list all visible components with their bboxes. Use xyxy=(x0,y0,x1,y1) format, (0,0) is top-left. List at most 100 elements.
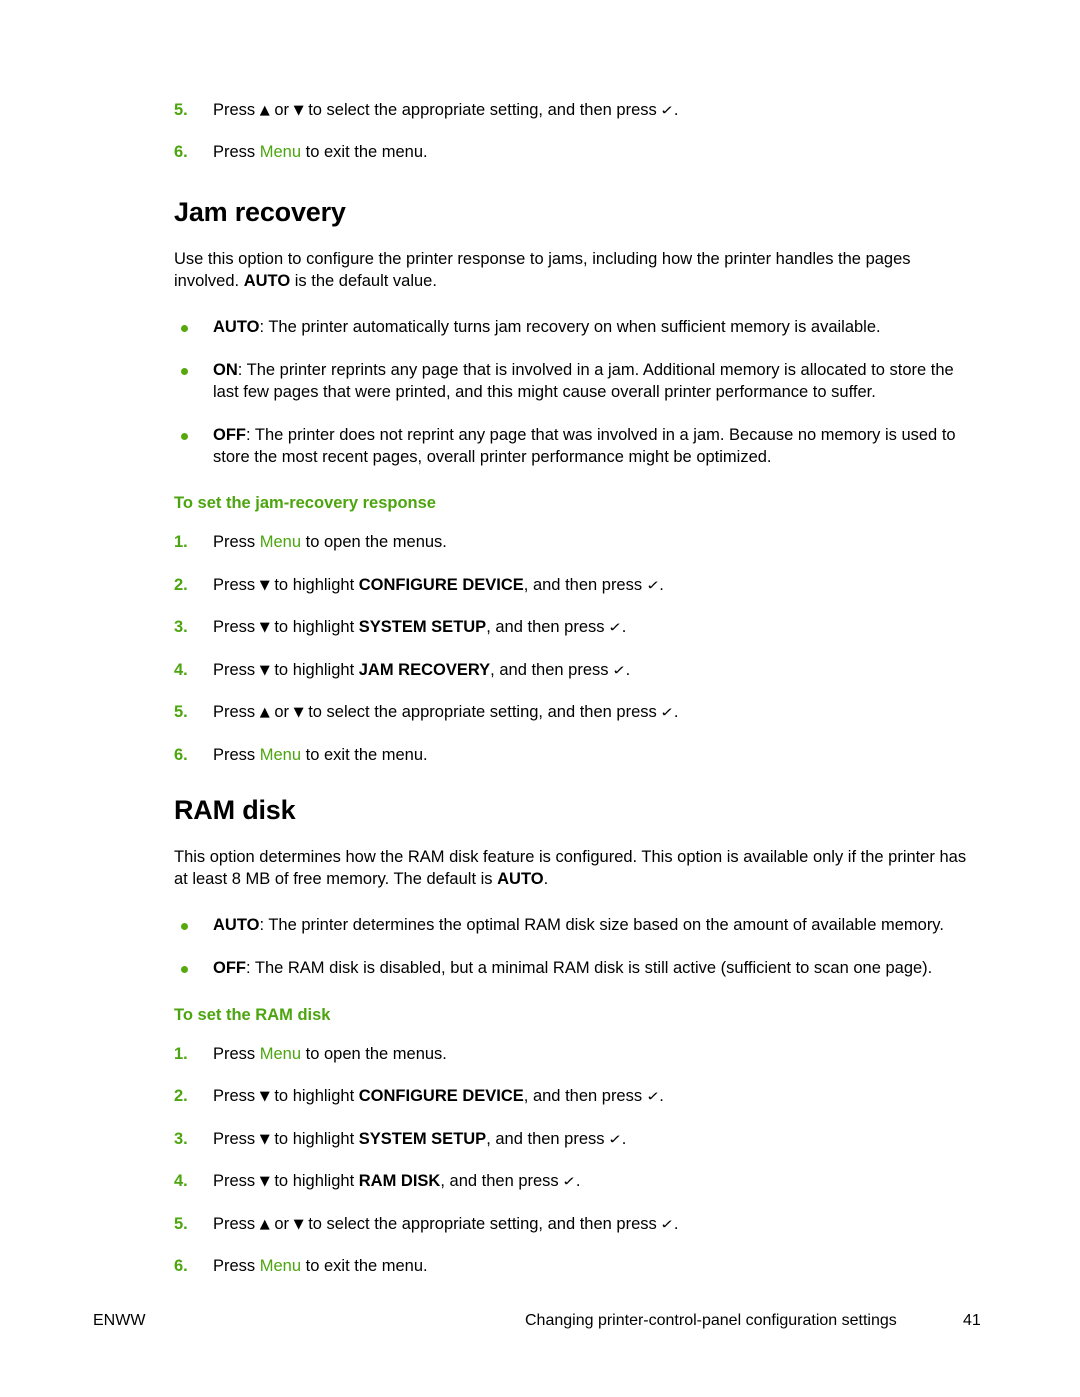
procedure-step: 4. Press ▼ to highlight JAM RECOVERY, and… xyxy=(174,660,974,681)
step-text: Press ▼ to highlight JAM RECOVERY, and t… xyxy=(213,660,631,679)
section-ram-disk: RAM disk This option determines how the … xyxy=(174,795,974,1277)
step-text: Press ▼ to highlight SYSTEM SETUP, and t… xyxy=(213,1129,627,1148)
section-intro-paragraph: Use this option to configure the printer… xyxy=(174,249,911,290)
checkmark-icon: ✓ xyxy=(645,1088,661,1105)
footer-page-number: 41 xyxy=(963,1312,981,1329)
down-arrow-icon: ▼ xyxy=(293,103,304,118)
section-jam-recovery: Jam recovery Use this option to configur… xyxy=(174,197,974,766)
down-arrow-icon: ▼ xyxy=(293,1216,304,1232)
option-bullet-list: AUTO: The printer determines the optimal… xyxy=(174,915,974,980)
menu-button-reference: Menu xyxy=(259,143,302,162)
up-arrow-icon: ▲ xyxy=(259,1216,270,1232)
footer-locale: ENWW xyxy=(93,1312,146,1329)
option-bullet-item: AUTO: The printer determines the optimal… xyxy=(174,915,974,937)
menu-value-keyword: CONFIGURE DEVICE xyxy=(358,575,524,594)
procedure-step: 3. Press ▼ to highlight SYSTEM SETUP, and… xyxy=(174,1129,974,1150)
menu-value-keyword: AUTO xyxy=(213,915,260,934)
step-number: 5. xyxy=(174,703,188,722)
procedure-steps-list: 1. Press Menu to open the menus. 2. Press ▼… xyxy=(174,532,974,766)
down-arrow-icon: ▼ xyxy=(259,662,270,678)
menu-value-keyword: AUTO xyxy=(213,317,260,336)
up-arrow-icon: ▲ xyxy=(259,705,270,721)
step-text: Press ▼ to highlight CONFIGURE DEVICE, a… xyxy=(213,1087,664,1106)
step-text: Press ▼ to highlight RAM DISK, and then … xyxy=(213,1172,581,1191)
menu-value-keyword: SYSTEM SETUP xyxy=(358,1129,487,1148)
menu-button-reference: Menu xyxy=(259,1044,302,1063)
step-text: Press Menu to exit the menu. xyxy=(213,143,428,162)
menu-value-keyword: RAM DISK xyxy=(358,1172,441,1191)
menu-value-keyword: SYSTEM SETUP xyxy=(358,618,487,637)
step-text: Press ▼ to highlight SYSTEM SETUP, and t… xyxy=(213,618,627,637)
step-text: Press Menu to open the menus. xyxy=(213,1044,447,1063)
down-arrow-icon: ▼ xyxy=(259,620,270,636)
checkmark-icon: ✓ xyxy=(660,1216,675,1232)
option-bullet-list: AUTO: The printer automatically turns ja… xyxy=(174,317,974,469)
menu-value-keyword: AUTO xyxy=(243,271,291,290)
step-number: 3. xyxy=(174,618,188,637)
procedure-step: 5. Press ▲ or ▼ to select the appropriate… xyxy=(174,1214,974,1235)
menu-button-reference: Menu xyxy=(259,533,302,552)
procedure-heading: To set the RAM disk xyxy=(174,1005,331,1024)
step-text: Press ▼ to highlight CONFIGURE DEVICE, a… xyxy=(213,575,664,594)
checkmark-icon: ✓ xyxy=(612,662,627,678)
procedure-step: 6. Press Menu to exit the menu. xyxy=(174,1256,974,1277)
section-heading: RAM disk xyxy=(174,795,296,826)
step-number: 5. xyxy=(174,101,188,119)
procedure-step: 5. Press ▲ or ▼ to select the appropriate… xyxy=(174,100,974,121)
procedure-step: 2. Press ▼ to highlight CONFIGURE DEVICE,… xyxy=(174,1086,974,1107)
checkmark-icon: ✓ xyxy=(645,577,661,593)
procedure-step: 2. Press ▼ to highlight CONFIGURE DEVICE,… xyxy=(174,575,974,596)
step-number: 1. xyxy=(174,1044,188,1063)
down-arrow-icon: ▼ xyxy=(259,1174,270,1190)
option-bullet-item: OFF: The RAM disk is disabled, but a min… xyxy=(174,958,974,980)
step-text: Press Menu to open the menus. xyxy=(213,533,447,552)
section-heading: Jam recovery xyxy=(174,196,346,227)
step-number: 5. xyxy=(174,1214,188,1233)
procedure-steps-list: 1. Press Menu to open the menus. 2. Press ▼… xyxy=(174,1044,974,1278)
page-footer: ENWW Changing printer-control-panel conf… xyxy=(0,1312,1080,1340)
step-number: 1. xyxy=(174,533,188,552)
option-bullet-item: OFF: The printer does not reprint any pa… xyxy=(174,425,974,469)
checkmark-icon: ✓ xyxy=(562,1173,577,1189)
procedure-step: 4. Press ▼ to highlight RAM DISK, and the… xyxy=(174,1171,974,1192)
procedure-step: 3. Press ▼ to highlight SYSTEM SETUP, and… xyxy=(174,617,974,638)
menu-value-keyword: OFF xyxy=(213,425,246,444)
step-text: Press Menu to exit the menu. xyxy=(213,745,428,764)
checkmark-icon: ✓ xyxy=(608,1131,623,1147)
procedure-step: 6. Press Menu to exit the menu. xyxy=(174,745,974,766)
footer-chapter-title: Changing printer-control-panel configura… xyxy=(525,1312,897,1329)
step-text: Press Menu to exit the menu. xyxy=(213,1257,428,1275)
option-bullet-item: ON: The printer reprints any page that i… xyxy=(174,360,974,404)
procedure-step: 5. Press ▲ or ▼ to select the appropriate… xyxy=(174,702,974,723)
page-content: 5. Press ▲ or ▼ to select the appropriate… xyxy=(174,100,974,1277)
menu-value-keyword: ON xyxy=(213,360,238,379)
step-number: 6. xyxy=(174,143,188,162)
menu-button-reference: Menu xyxy=(259,1257,302,1275)
procedure-step: 1. Press Menu to open the menus. xyxy=(174,1044,974,1065)
checkmark-icon: ✓ xyxy=(660,102,675,118)
continued-steps-list: 5. Press ▲ or ▼ to select the appropriate… xyxy=(174,100,974,164)
menu-value-keyword: AUTO xyxy=(497,870,544,888)
procedure-heading: To set the jam-recovery response xyxy=(174,494,436,513)
checkmark-icon: ✓ xyxy=(660,704,675,720)
step-number: 4. xyxy=(174,660,188,679)
step-number: 2. xyxy=(174,575,188,594)
step-text: Press ▲ or ▼ to select the appropriate s… xyxy=(213,703,679,722)
menu-value-keyword: CONFIGURE DEVICE xyxy=(358,1087,524,1106)
down-arrow-icon: ▼ xyxy=(259,577,270,593)
step-number: 3. xyxy=(174,1129,188,1148)
step-text: Press ▲ or ▼ to select the appropriate s… xyxy=(213,101,679,119)
section-intro-paragraph: This option determines how the RAM disk … xyxy=(174,848,967,888)
down-arrow-icon: ▼ xyxy=(293,705,304,721)
step-text: Press ▲ or ▼ to select the appropriate s… xyxy=(213,1214,679,1233)
menu-value-keyword: OFF xyxy=(213,958,246,977)
menu-value-keyword: JAM RECOVERY xyxy=(358,660,491,679)
up-arrow-icon: ▲ xyxy=(259,103,270,118)
step-number: 2. xyxy=(174,1087,188,1106)
step-number: 4. xyxy=(174,1172,188,1191)
procedure-step: 6. Press Menu to exit the menu. xyxy=(174,142,974,163)
step-number: 6. xyxy=(174,1257,188,1275)
down-arrow-icon: ▼ xyxy=(259,1131,270,1147)
document-page: 5. Press ▲ or ▼ to select the appropriate… xyxy=(0,0,1080,1397)
checkmark-icon: ✓ xyxy=(608,619,623,636)
